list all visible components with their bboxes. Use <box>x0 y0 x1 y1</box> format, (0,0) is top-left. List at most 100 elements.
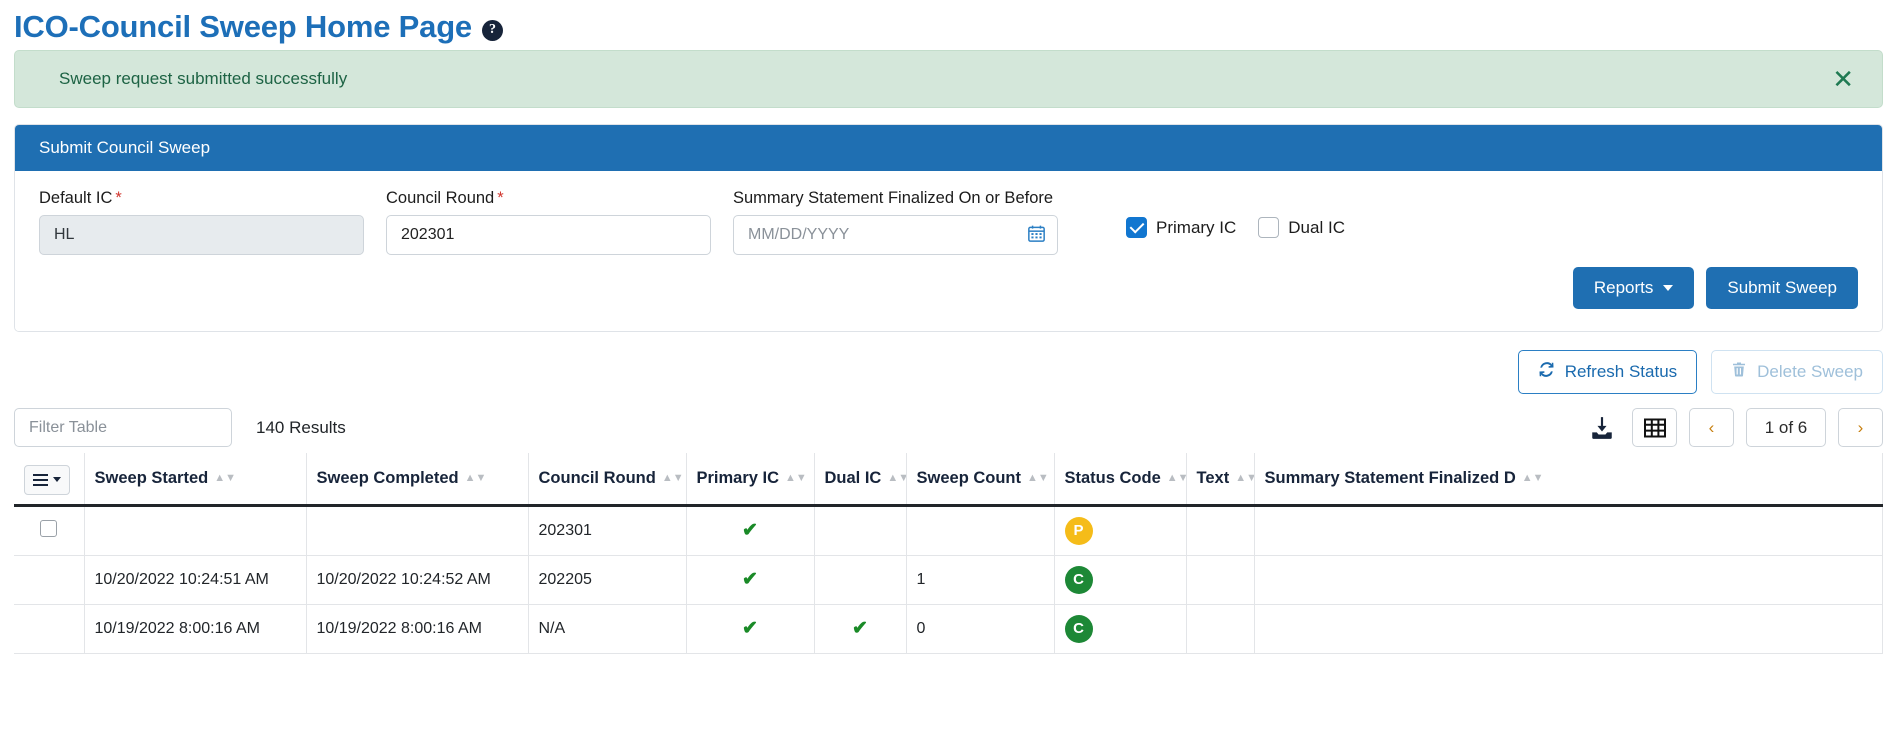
refresh-status-button[interactable]: Refresh Status <box>1517 350 1698 395</box>
table-row[interactable]: 10/20/2022 10:24:51 AM 10/20/2022 10:24:5… <box>14 555 1883 605</box>
column-header-primary-ic[interactable]: Primary IC ▲▼ <box>686 453 815 507</box>
required-marker: * <box>115 189 122 208</box>
council-round-input[interactable]: 202301 <box>386 215 711 256</box>
sort-icon: ▲▼ <box>661 472 684 485</box>
submit-sweep-button-label: Submit Sweep <box>1727 278 1837 298</box>
hamburger-icon <box>33 473 48 487</box>
check-icon: ✔ <box>742 569 758 591</box>
cell-status-code: C <box>1054 555 1187 605</box>
cell-council-round: 202301 <box>528 505 687 556</box>
chevron-down-icon <box>1663 285 1674 292</box>
checkbox-dual-ic[interactable]: Dual IC <box>1258 217 1345 239</box>
card-button-row: Reports Submit Sweep <box>39 267 1858 310</box>
alert-message: Sweep request submitted successfully <box>59 69 348 89</box>
check-icon: ✔ <box>742 520 758 542</box>
filter-table-input[interactable]: Filter Table <box>14 408 232 448</box>
header-label: Dual IC <box>824 468 882 487</box>
default-ic-input[interactable]: HL <box>39 215 364 256</box>
sort-icon: ▲▼ <box>214 472 236 485</box>
help-icon[interactable]: ? <box>481 19 503 41</box>
primary-ic-checkbox-box[interactable] <box>1126 217 1147 239</box>
download-icon[interactable] <box>1584 408 1620 447</box>
cell-sweep-completed <box>306 505 529 556</box>
chevron-right-icon: › <box>1857 417 1864 437</box>
chevron-left-icon: ‹ <box>1708 417 1715 437</box>
cell-council-round: 202205 <box>528 555 687 605</box>
dual-ic-checkbox-box[interactable] <box>1258 217 1280 239</box>
status-badge: C <box>1064 565 1093 594</box>
header-label: Sweep Completed <box>316 468 459 487</box>
status-badge: P <box>1064 516 1093 545</box>
column-menu-button[interactable] <box>24 464 70 495</box>
form-row: Default IC * HL Council Round * 202301 Su <box>39 189 1858 256</box>
cell-sweep-started <box>84 505 307 556</box>
dual-ic-label: Dual IC <box>1288 217 1345 237</box>
council-round-label-text: Council Round <box>386 189 495 208</box>
cell-summary-statement-finalized <box>1254 505 1883 556</box>
column-header-status-code[interactable]: Status Code ▲▼ <box>1054 453 1187 507</box>
cell-status-code: P <box>1054 505 1187 556</box>
column-header-summary-statement-finalized[interactable]: Summary Statement Finalized D ▲▼ <box>1254 453 1883 507</box>
column-header-sweep-count[interactable]: Sweep Count ▲▼ <box>906 453 1055 507</box>
field-default-ic: Default IC * HL <box>39 189 364 256</box>
sort-icon: ▲▼ <box>785 472 807 485</box>
submit-council-sweep-card: Submit Council Sweep Default IC * HL Coun… <box>14 124 1883 333</box>
cell-summary-statement-finalized <box>1254 555 1883 605</box>
sort-icon: ▲▼ <box>887 472 905 485</box>
column-header-text[interactable]: Text ▲▼ <box>1186 453 1255 507</box>
delete-sweep-button[interactable]: Delete Sweep <box>1711 350 1883 395</box>
header-label: Status Code <box>1064 468 1161 487</box>
default-ic-label: Default IC * <box>39 189 364 208</box>
cell-sweep-completed: 10/19/2022 8:00:16 AM <box>306 604 529 654</box>
results-count: 140 Results <box>256 417 346 437</box>
header-label: Summary Statement Finalized D <box>1264 468 1516 487</box>
table-action-row: Refresh Status Delete Sweep <box>14 350 1883 395</box>
cell-sweep-count: 1 <box>906 555 1055 605</box>
row-select-cell <box>14 555 85 605</box>
chevron-down-icon <box>53 477 61 483</box>
refresh-icon <box>1538 361 1555 383</box>
table-grid-icon[interactable] <box>1632 408 1677 448</box>
submit-sweep-button[interactable]: Submit Sweep <box>1706 267 1858 310</box>
close-icon[interactable]: ✕ <box>1832 66 1860 92</box>
sweep-table: Sweep Started ▲▼ Sweep Completed ▲▼ Counci… <box>14 453 1883 654</box>
ic-checkbox-group: Primary IC Dual IC <box>1126 217 1345 239</box>
header-label: Text <box>1196 468 1230 487</box>
success-alert: Sweep request submitted successfully ✕ <box>14 50 1883 109</box>
required-marker: * <box>497 189 504 208</box>
column-header-council-round[interactable]: Council Round ▲▼ <box>528 453 687 507</box>
row-select-cell <box>14 604 85 654</box>
reports-button-label: Reports <box>1593 278 1654 298</box>
calendar-icon[interactable] <box>1028 225 1045 245</box>
summary-date-label: Summary Statement Finalized On or Before <box>733 189 1054 208</box>
trash-icon <box>1731 361 1747 383</box>
table-header-row: Sweep Started ▲▼ Sweep Completed ▲▼ Counci… <box>14 453 1883 507</box>
pagination-prev-button[interactable]: ‹ <box>1689 408 1734 448</box>
pagination-next-button[interactable]: › <box>1838 408 1883 448</box>
row-checkbox[interactable] <box>40 519 58 537</box>
check-icon: ✔ <box>852 618 868 640</box>
table-toolbar: Filter Table 140 Results ‹ 1 of 6 › <box>14 408 1883 453</box>
toolbar-right: ‹ 1 of 6 › <box>1584 408 1883 448</box>
page-header: ICO-Council Sweep Home Page ? <box>14 0 1883 50</box>
council-round-value: 202301 <box>401 226 455 244</box>
page-indicator[interactable]: 1 of 6 <box>1746 408 1826 448</box>
delete-sweep-label: Delete Sweep <box>1757 362 1863 382</box>
table-row[interactable]: 10/19/2022 8:00:16 AM 10/19/2022 8:00:16 … <box>14 604 1883 654</box>
reports-button[interactable]: Reports <box>1572 267 1695 310</box>
sort-icon: ▲▼ <box>1235 472 1253 485</box>
header-label: Sweep Count <box>916 468 1022 487</box>
column-header-dual-ic[interactable]: Dual IC ▲▼ <box>814 453 907 507</box>
column-header-sweep-started[interactable]: Sweep Started ▲▼ <box>84 453 307 507</box>
cell-text <box>1186 604 1255 654</box>
table-row[interactable]: 202301 ✔ P <box>14 505 1883 556</box>
checkbox-primary-ic[interactable]: Primary IC <box>1126 217 1236 239</box>
default-ic-label-text: Default IC <box>39 189 113 208</box>
cell-summary-statement-finalized <box>1254 604 1883 654</box>
council-round-label: Council Round * <box>386 189 711 208</box>
page-root: ICO-Council Sweep Home Page ? Sweep requ… <box>0 0 1897 751</box>
filter-placeholder: Filter Table <box>29 418 107 436</box>
column-header-sweep-completed[interactable]: Sweep Completed ▲▼ <box>306 453 529 507</box>
default-ic-value: HL <box>54 226 75 244</box>
summary-date-input[interactable]: MM/DD/YYYY <box>733 215 1058 256</box>
